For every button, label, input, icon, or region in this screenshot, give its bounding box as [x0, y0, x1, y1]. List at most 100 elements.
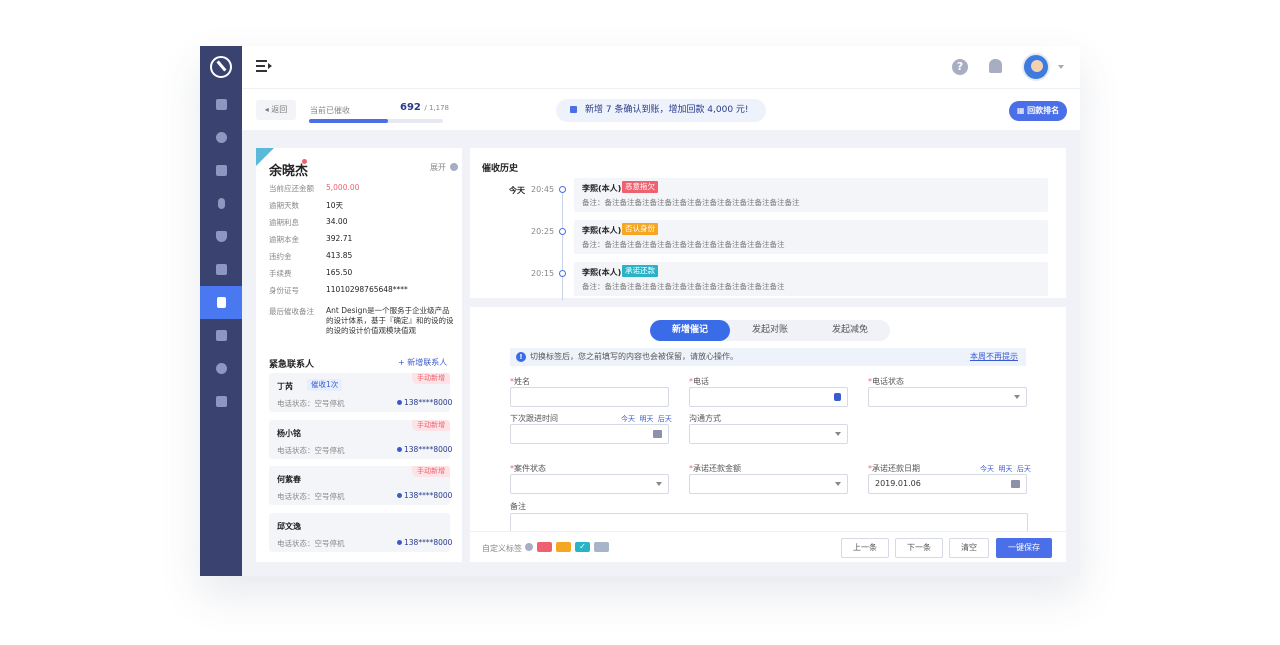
- contact-phone[interactable]: 138****8000: [397, 538, 452, 547]
- contact-phone[interactable]: 138****8000: [397, 398, 452, 407]
- bell-icon[interactable]: [989, 59, 1002, 73]
- contact-name: 杨小铭: [277, 428, 301, 438]
- save-button[interactable]: 一键保存: [996, 538, 1052, 558]
- sidebar-item-apps[interactable]: [200, 385, 242, 418]
- history-tag: 承诺还款: [622, 265, 658, 277]
- info-icon: !: [516, 352, 526, 362]
- tag-swatch-orange[interactable]: [556, 542, 571, 552]
- custom-tags-label: 自定义标签: [482, 544, 522, 553]
- tag-swatch-gray[interactable]: [594, 542, 609, 552]
- quick-tomorrow[interactable]: 明天: [998, 465, 1012, 473]
- gear-icon: [215, 363, 227, 374]
- phone-icon: [397, 493, 402, 498]
- phone-icon: [397, 539, 402, 545]
- dismiss-tip-link[interactable]: 本周不再提示: [970, 348, 1018, 366]
- sidebar-item-security[interactable]: [200, 220, 242, 253]
- history-note: 备注：备注备注备注备注备注备注备注备注备注备注备注备注备注: [582, 198, 800, 207]
- sidebar-item-home[interactable]: [200, 88, 242, 121]
- case-status-select[interactable]: [510, 474, 669, 494]
- form-panel: 新增催记 发起对账 发起减免 ! 切换标签后，您之前填写的内容也会被保留，请放心…: [470, 307, 1066, 562]
- logo-icon[interactable]: [210, 56, 232, 78]
- top-bar: ?: [242, 46, 1080, 88]
- menu-fold-icon[interactable]: [256, 60, 272, 73]
- note-value: Ant Design是一个服务于企业级产品的设计体系，基于『确定』和的设的设的设…: [326, 306, 454, 335]
- history-card[interactable]: 李熙(本人) 承诺还款 备注：备注备注备注备注备注备注备注备注备注备注备注备注: [574, 262, 1048, 296]
- sidebar-item-monitor[interactable]: [200, 253, 242, 286]
- phone-icon: [397, 446, 402, 452]
- tag-swatch-cyan[interactable]: ✓: [575, 542, 590, 552]
- notice-banner: 新增 7 条确认到账，增加回款 4,000 元!: [556, 99, 766, 122]
- chevron-down-icon[interactable]: [1058, 65, 1064, 69]
- info-value: 413.85: [326, 251, 353, 260]
- sidebar-item-settings[interactable]: [200, 352, 242, 385]
- tab-reconcile[interactable]: 发起对账: [730, 320, 810, 341]
- info-label: 逾期本金: [269, 235, 299, 244]
- sidebar-item-document[interactable]: [200, 286, 242, 319]
- contact-card[interactable]: 邱文逸 电话状态：空号停机 138****8000: [269, 512, 452, 552]
- phone-icon[interactable]: [834, 393, 841, 401]
- back-button[interactable]: ◂ 返回: [256, 100, 296, 120]
- tab-reduction[interactable]: 发起减免: [810, 320, 890, 341]
- back-label: 返回: [271, 105, 288, 114]
- sidebar-item-voice[interactable]: [200, 187, 242, 220]
- history-card[interactable]: 李熙(本人) 否认身份 备注：备注备注备注备注备注备注备注备注备注备注备注备注: [574, 220, 1048, 254]
- info-label: 逾期天数: [269, 201, 299, 210]
- contact-name: 丁芮: [277, 382, 293, 391]
- info-label: 身份证号: [269, 286, 299, 295]
- contact-card[interactable]: 杨小铭 手动新增 电话状态：空号停机 138****8000: [269, 419, 452, 459]
- contact-phone[interactable]: 138****8000: [397, 491, 452, 500]
- phone-status-select[interactable]: [868, 387, 1027, 407]
- history-card[interactable]: 李熙(本人) 恶意拖欠 备注：备注备注备注备注备注备注备注备注备注备注备注备注备注: [574, 178, 1048, 212]
- contact-card[interactable]: 丁芮 催收1次 手动新增 电话状态：空号停机 138****8000: [269, 373, 452, 412]
- case-status-label-text: 案件状态: [514, 464, 546, 473]
- sidebar-item-network[interactable]: [200, 121, 242, 154]
- next-button[interactable]: 下一条: [895, 538, 943, 558]
- history-time: 20:45: [531, 185, 555, 194]
- expand-icon[interactable]: [450, 163, 458, 171]
- info-value: 165.50: [326, 268, 353, 277]
- contact-status: 电话状态：空号停机: [277, 492, 345, 501]
- contact-card[interactable]: 何紫春 手动新增 电话状态：空号停机 138****8000: [269, 466, 452, 505]
- apps-grid-icon: [215, 396, 227, 407]
- progress-fill: [309, 119, 389, 123]
- sidebar-item-report[interactable]: [200, 154, 242, 187]
- history-note: 备注：备注备注备注备注备注备注备注备注备注备注备注备注: [582, 282, 785, 291]
- history-time: 20:15: [531, 269, 555, 278]
- notice-text: 新增 7 条确认到账，增加回款 4,000 元!: [585, 105, 749, 115]
- next-time-label: 下次跟进时间: [510, 414, 558, 423]
- quick-today[interactable]: 今天: [621, 415, 635, 423]
- sidebar-item-chart[interactable]: [200, 319, 242, 352]
- quick-after[interactable]: 后天: [1017, 465, 1031, 473]
- chevron-down-icon: [656, 482, 662, 486]
- quick-tomorrow[interactable]: 明天: [639, 415, 653, 423]
- name-label: *姓名: [510, 377, 530, 386]
- history-title: 催收历史: [482, 164, 519, 174]
- info-value: 10天: [326, 201, 344, 210]
- rank-button[interactable]: ▦ 回款排名: [1009, 101, 1067, 121]
- contact-method-select[interactable]: [689, 424, 848, 444]
- timeline-dot: [559, 228, 566, 235]
- promise-date-picker[interactable]: 2019.01.06: [868, 474, 1027, 494]
- note-label: 最后催收备注: [269, 307, 314, 316]
- phone-input[interactable]: [689, 387, 848, 407]
- name-input[interactable]: [510, 387, 669, 407]
- help-icon[interactable]: ?: [952, 59, 968, 75]
- contact-phone[interactable]: 138****8000: [397, 445, 452, 454]
- next-time-picker[interactable]: [510, 424, 669, 444]
- quick-today[interactable]: 今天: [980, 465, 994, 473]
- clear-button[interactable]: 清空: [949, 538, 989, 558]
- promise-date-quick: 今天 明天 后天: [980, 464, 1031, 474]
- promise-amount-select[interactable]: [689, 474, 848, 494]
- tab-new-record[interactable]: 新增催记: [650, 320, 730, 341]
- tip-text: 切换标签后，您之前填写的内容也会被保留，请放心操作。: [530, 352, 738, 361]
- info-label: 违约金: [269, 252, 292, 261]
- avatar[interactable]: [1022, 53, 1050, 81]
- prev-button[interactable]: 上一条: [841, 538, 889, 558]
- add-contact-button[interactable]: + 新增联系人: [398, 357, 447, 368]
- calendar-icon: [1011, 480, 1020, 488]
- tag-swatch-red[interactable]: [537, 542, 552, 552]
- quick-after[interactable]: 后天: [658, 415, 672, 423]
- help-icon[interactable]: [525, 543, 533, 551]
- remark-textarea[interactable]: [510, 513, 1028, 531]
- expand-button[interactable]: 展开: [430, 162, 446, 173]
